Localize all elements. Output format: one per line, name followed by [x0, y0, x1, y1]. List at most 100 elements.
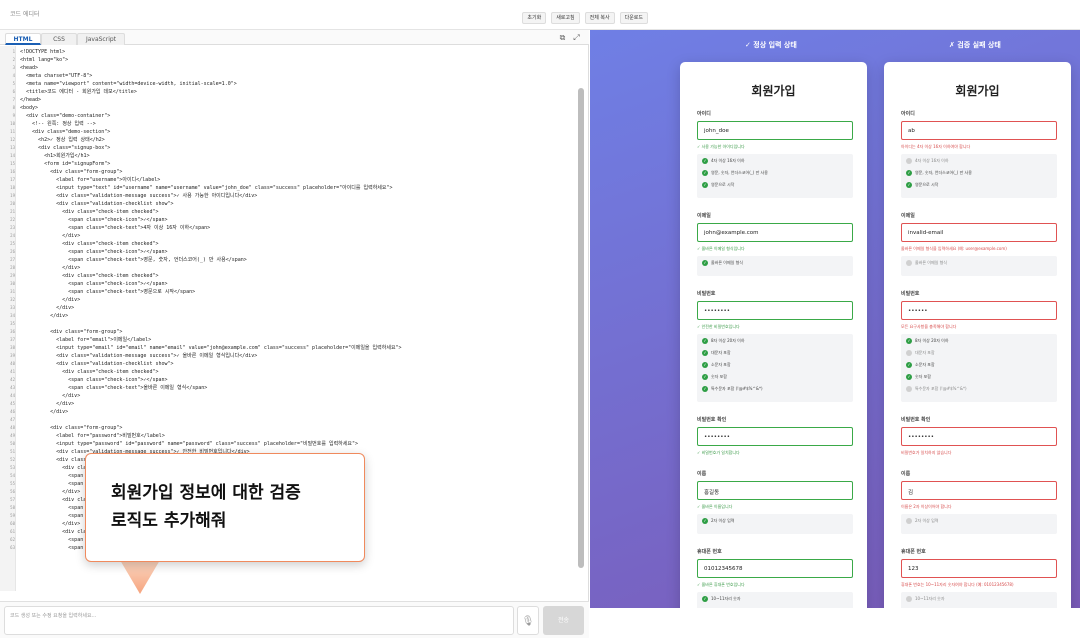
validation-message: 비밀번호가 일치하지 않습니다 [901, 450, 952, 455]
check-text: 4자 이상 16자 이하 [711, 158, 745, 163]
tab-css[interactable]: CSS [41, 33, 77, 45]
field-input[interactable]: john@example.com [697, 223, 853, 242]
line-number: 56 [10, 489, 15, 494]
code-line: </div> [20, 313, 69, 319]
check-circle-icon: ✓ [702, 338, 708, 344]
line-number: 14 [10, 153, 15, 158]
validation-message: 모든 요구사항을 충족해야 합니다 [901, 324, 957, 329]
line-number: 28 [10, 265, 15, 270]
line-number: 8 [12, 105, 15, 110]
check-item: 2자 이상 입력 [906, 518, 939, 524]
line-number: 42 [10, 377, 15, 382]
chat-input[interactable]: 코드 생성 또는 수정 요청을 입력하세요... [4, 606, 514, 635]
code-line: </div> [20, 401, 75, 407]
field-label: 이메일 [901, 213, 915, 219]
check-item: ✓ 8자 이상 20자 이하 [702, 338, 745, 344]
line-number: 44 [10, 393, 15, 398]
code-line: </head> [20, 97, 42, 103]
code-line: <div class="validation-message success">… [20, 353, 258, 359]
line-number: 7 [12, 97, 15, 102]
code-line: <input type="email" id="email" name="ema… [20, 345, 402, 351]
line-number: 46 [10, 409, 15, 414]
chat-placeholder: 코드 생성 또는 수정 요청을 입력하세요... [10, 613, 97, 619]
code-line: </div> [20, 521, 81, 527]
check-text: 영문으로 시작 [711, 182, 735, 187]
check-item: ✓ 대문자 포함 [702, 350, 731, 356]
code-line: <meta name="viewport" content="width=dev… [20, 81, 237, 87]
tab-html[interactable]: HTML [5, 33, 41, 45]
line-number: 52 [10, 457, 15, 462]
validation-checklist: ✓ 10~11자리 숫자 [697, 592, 853, 608]
code-line: <label for="email">이메일</label> [20, 337, 152, 343]
code-line: </div> [20, 305, 75, 311]
line-number: 5 [12, 81, 15, 86]
field-input[interactable]: 홍길동 [697, 481, 853, 500]
validation-checklist: 2자 이상 입력 [901, 514, 1057, 534]
line-number: 45 [10, 401, 15, 406]
chat-bar: 코드 생성 또는 수정 요청을 입력하세요... 🎙 전송 [0, 601, 589, 638]
code-line: <div class="validation-checklist show"> [20, 361, 174, 367]
field-input[interactable]: 01012345678 [697, 559, 853, 578]
validation-checklist: ✓ 2자 이상 입력 [697, 514, 853, 534]
field-input[interactable]: •••••••• [697, 427, 853, 446]
send-button[interactable]: 전송 [543, 606, 584, 635]
check-item: 10~11자리 숫자 [906, 596, 945, 602]
field-input[interactable]: 123 [901, 559, 1057, 578]
line-number: 12 [10, 137, 15, 142]
signup-card-success: 회원가입 아이디 john_doe ✓ 사용 가능한 아이디입니다 ✓ 4자 이상 16… [680, 62, 867, 608]
empty-circle-icon [906, 350, 912, 356]
validation-message: ✓ 사용 가능한 아이디입니다 [697, 144, 745, 149]
validation-message: ✓ 올바른 휴대폰 번호입니다 [697, 582, 745, 587]
line-number: 18 [10, 185, 15, 190]
refresh-button[interactable]: 새로고침 [551, 12, 580, 24]
validation-message: 휴대폰 번호는 10~11자리 숫자여야 합니다 (예: 01012345678… [901, 582, 1014, 587]
check-circle-icon: ✓ [702, 518, 708, 524]
code-line: <label for="username">아이디</label> [20, 177, 161, 183]
reset-button[interactable]: 초기화 [522, 12, 547, 24]
check-circle-icon: ✓ [702, 596, 708, 602]
check-text: 올바른 이메일 형식 [915, 260, 947, 265]
mic-icon: 🎙 [521, 616, 535, 627]
code-line: </div> [20, 233, 81, 239]
check-circle-icon: ✓ [702, 362, 708, 368]
code-line: <span class="check-icon">✓</span> [20, 249, 168, 255]
copy-all-button[interactable]: 전체 복사 [584, 12, 615, 24]
expand-icon[interactable]: ⤢ [572, 33, 581, 42]
line-number: 32 [10, 297, 15, 302]
field-input[interactable]: •••••• [901, 301, 1057, 320]
field-input[interactable]: invalid-email [901, 223, 1057, 242]
line-number: 11 [10, 129, 15, 134]
check-item: ✓ 8자 이상 20자 이하 [906, 338, 949, 344]
check-item: ✓ 10~11자리 숫자 [702, 596, 741, 602]
callout-text: 회원가입 정보에 대한 검증 로직도 추가해줘 [111, 483, 301, 531]
tab-javascript[interactable]: JavaScript [77, 33, 125, 45]
check-text: 소문자 포함 [711, 362, 731, 367]
check-text: 8자 이상 20자 이하 [711, 338, 745, 343]
code-line: <input type="text" id="username" name="u… [20, 185, 393, 191]
code-line: <div class="check-item checked"> [20, 241, 159, 247]
field-input[interactable]: john_doe [697, 121, 853, 140]
card-title: 회원가입 [751, 84, 796, 98]
field-label: 비밀번호 [697, 291, 716, 297]
code-line: <div class="form-group"> [20, 329, 123, 335]
vertical-scrollbar[interactable] [578, 88, 584, 568]
code-line: </div> [20, 409, 69, 415]
field-input[interactable]: 김 [901, 481, 1057, 500]
download-button[interactable]: 다운로드 [619, 12, 648, 24]
line-number: 58 [10, 505, 15, 510]
check-text: 특수문자 포함 (!@#$%^&*) [711, 386, 763, 391]
check-text: 대문자 포함 [711, 350, 731, 355]
field-input[interactable]: ab [901, 121, 1057, 140]
line-number: 43 [10, 385, 15, 390]
check-text: 영문으로 시작 [915, 182, 939, 187]
line-number: 15 [10, 161, 15, 166]
field-input[interactable]: •••••••• [901, 427, 1057, 446]
field-input[interactable]: •••••••• [697, 301, 853, 320]
check-circle-icon: ✓ [702, 182, 708, 188]
line-number: 55 [10, 481, 15, 486]
line-number: 1 [12, 49, 15, 54]
check-item: ✓ 올바른 이메일 형식 [702, 260, 743, 266]
copy-icon[interactable]: ⧉ [558, 33, 567, 42]
line-number: 53 [10, 465, 15, 470]
mic-button[interactable]: 🎙 [517, 606, 539, 635]
